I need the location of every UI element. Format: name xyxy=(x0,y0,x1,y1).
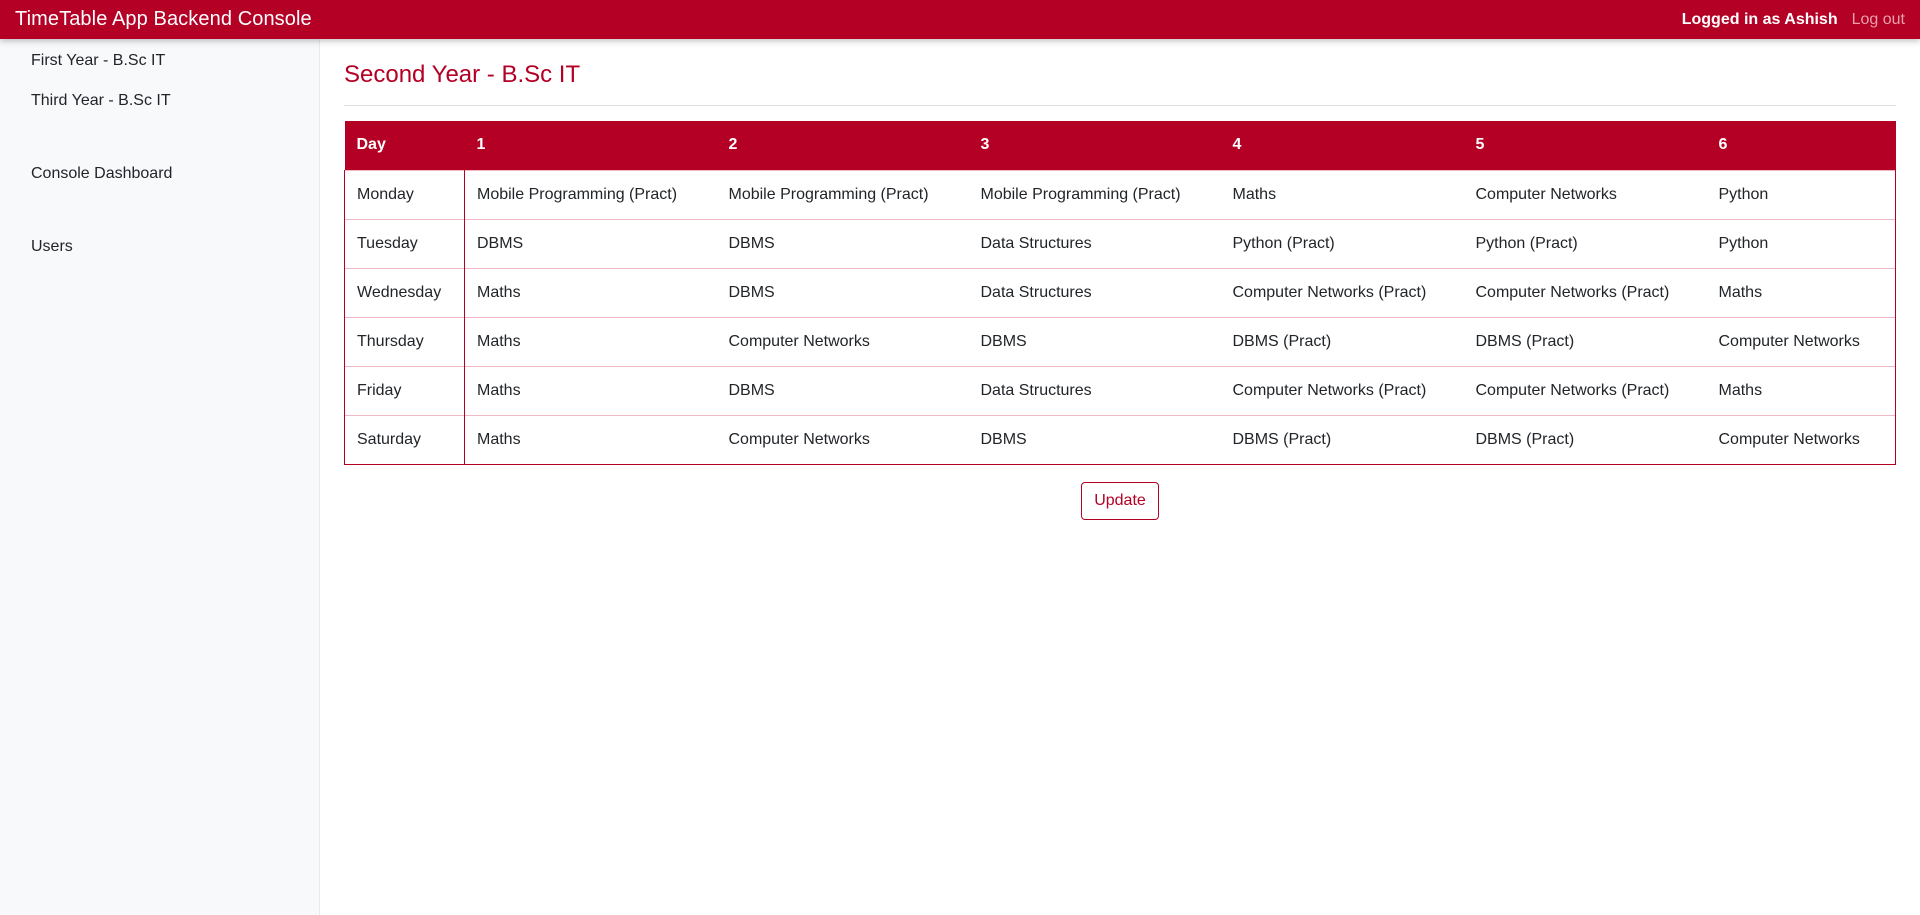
logout-link[interactable]: Log out xyxy=(1852,11,1905,29)
subject-cell[interactable]: Maths xyxy=(464,414,717,465)
header-period-5: 5 xyxy=(1463,121,1707,170)
subject-cell[interactable]: Maths xyxy=(1220,169,1464,219)
app-brand[interactable]: TimeTable App Backend Console xyxy=(15,8,312,31)
table-row: Thursday Maths Computer Networks DBMS DB… xyxy=(344,316,1896,366)
subject-cell[interactable]: Computer Networks xyxy=(1706,414,1896,465)
header-period-1: 1 xyxy=(464,121,717,170)
title-divider xyxy=(344,105,1896,106)
subject-cell[interactable]: DBMS (Pract) xyxy=(1220,316,1464,366)
day-cell: Friday xyxy=(344,365,465,415)
subject-cell[interactable]: Maths xyxy=(464,316,717,366)
table-row: Tuesday DBMS DBMS Data Structures Python… xyxy=(344,218,1896,268)
subject-cell[interactable]: Computer Networks xyxy=(716,316,969,366)
user-area: Logged in as Ashish Log out xyxy=(1682,11,1905,29)
logged-in-label: Logged in as Ashish xyxy=(1681,10,1838,28)
sidebar-item-third-year[interactable]: Third Year - B.Sc IT xyxy=(31,92,171,110)
sidebar-item-console-dashboard[interactable]: Console Dashboard xyxy=(31,165,172,183)
subject-cell[interactable]: Computer Networks (Pract) xyxy=(1220,267,1464,317)
header-period-4: 4 xyxy=(1220,121,1464,170)
update-button[interactable]: Update xyxy=(1081,482,1159,520)
subject-cell[interactable]: DBMS xyxy=(716,365,969,415)
subject-cell[interactable]: Data Structures xyxy=(968,267,1221,317)
subject-cell[interactable]: Mobile Programming (Pract) xyxy=(968,169,1221,219)
subject-cell[interactable]: DBMS (Pract) xyxy=(1463,414,1707,465)
timetable-header-row: Day 1 2 3 4 5 6 xyxy=(344,121,1896,170)
subject-cell[interactable]: Mobile Programming (Pract) xyxy=(716,169,969,219)
table-row: Friday Maths DBMS Data Structures Comput… xyxy=(344,365,1896,415)
subject-cell[interactable]: Computer Networks (Pract) xyxy=(1463,365,1707,415)
day-cell: Saturday xyxy=(344,414,465,465)
subject-cell[interactable]: Computer Networks xyxy=(1463,169,1707,219)
subject-cell[interactable]: DBMS xyxy=(716,218,969,268)
day-cell: Thursday xyxy=(344,316,465,366)
subject-cell[interactable]: Data Structures xyxy=(968,365,1221,415)
subject-cell[interactable]: DBMS xyxy=(716,267,969,317)
subject-cell[interactable]: DBMS xyxy=(968,316,1221,366)
subject-cell[interactable]: Computer Networks xyxy=(716,414,969,465)
subject-cell[interactable]: Data Structures xyxy=(968,218,1221,268)
subject-cell[interactable]: DBMS xyxy=(464,218,717,268)
top-navbar: TimeTable App Backend Console Logged in … xyxy=(0,0,1920,39)
subject-cell[interactable]: Maths xyxy=(1706,267,1896,317)
subject-cell[interactable]: Mobile Programming (Pract) xyxy=(464,169,717,219)
day-cell: Tuesday xyxy=(344,218,465,268)
subject-cell[interactable]: Python (Pract) xyxy=(1463,218,1707,268)
header-period-2: 2 xyxy=(716,121,969,170)
table-row: Wednesday Maths DBMS Data Structures Com… xyxy=(344,267,1896,317)
header-period-6: 6 xyxy=(1706,121,1896,170)
day-cell: Monday xyxy=(344,169,465,219)
table-row: Saturday Maths Computer Networks DBMS DB… xyxy=(344,414,1896,465)
subject-cell[interactable]: Computer Networks (Pract) xyxy=(1463,267,1707,317)
subject-cell[interactable]: Python xyxy=(1706,169,1896,219)
subject-cell[interactable]: Computer Networks (Pract) xyxy=(1220,365,1464,415)
subject-cell[interactable]: DBMS (Pract) xyxy=(1220,414,1464,465)
header-period-3: 3 xyxy=(968,121,1221,170)
sidebar-item-first-year[interactable]: First Year - B.Sc IT xyxy=(31,52,165,70)
timetable: Day 1 2 3 4 5 6 Monday Mobile Programmin… xyxy=(344,121,1896,465)
subject-cell[interactable]: Maths xyxy=(464,365,717,415)
page-title: Second Year - B.Sc IT xyxy=(344,61,581,88)
table-row: Monday Mobile Programming (Pract) Mobile… xyxy=(344,169,1896,219)
subject-cell[interactable]: Maths xyxy=(464,267,717,317)
subject-cell[interactable]: DBMS xyxy=(968,414,1221,465)
sidebar-item-users[interactable]: Users xyxy=(31,238,73,256)
subject-cell[interactable]: Maths xyxy=(1706,365,1896,415)
header-day: Day xyxy=(344,121,465,170)
subject-cell[interactable]: DBMS (Pract) xyxy=(1463,316,1707,366)
subject-cell[interactable]: Python (Pract) xyxy=(1220,218,1464,268)
subject-cell[interactable]: Python xyxy=(1706,218,1896,268)
subject-cell[interactable]: Computer Networks xyxy=(1706,316,1896,366)
day-cell: Wednesday xyxy=(344,267,465,317)
sidebar: First Year - B.Sc IT Third Year - B.Sc I… xyxy=(0,39,320,915)
